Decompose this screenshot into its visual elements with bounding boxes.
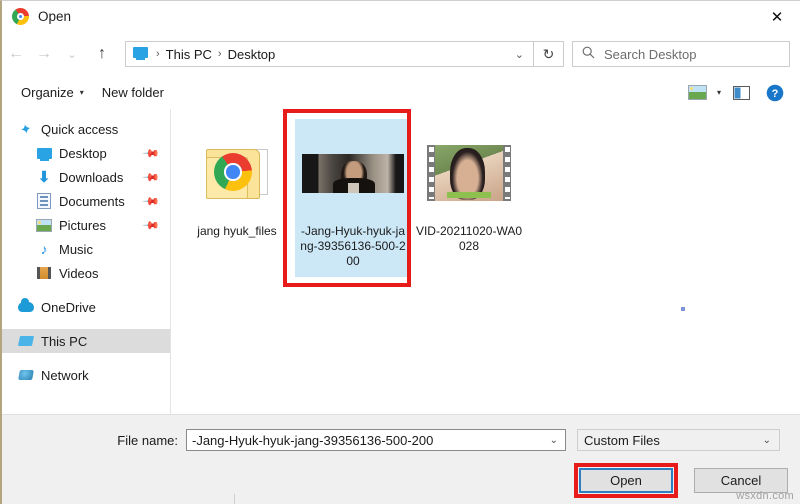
video-thumbnail: [413, 125, 525, 221]
window-title: Open: [38, 9, 71, 24]
new-folder-button[interactable]: New folder: [93, 81, 173, 104]
pin-icon[interactable]: 📌: [142, 144, 161, 163]
download-arrow-icon: ⬇: [36, 169, 52, 185]
filename-label: File name:: [2, 433, 186, 448]
sidebar-item-label: Music: [59, 242, 93, 257]
file-item-video[interactable]: VID-20211020-WA0028: [411, 119, 527, 277]
chevron-down-icon[interactable]: ▾: [710, 88, 728, 97]
navigation-sidebar: ✦ Quick access Desktop 📌 ⬇ Downloads 📌 D…: [2, 109, 171, 414]
sidebar-item-label: Downloads: [59, 170, 123, 185]
up-button[interactable]: ↑: [88, 39, 116, 69]
filename-input[interactable]: -Jang-Hyuk-hyuk-jang-39356136-500-200 ⌄: [186, 429, 566, 451]
video-icon: [36, 265, 52, 281]
file-item-folder[interactable]: jang hyuk_files: [179, 119, 295, 277]
chevron-down-icon[interactable]: ⌄: [550, 435, 558, 446]
picture-view-icon[interactable]: [684, 81, 710, 105]
sidebar-item-label: Quick access: [41, 122, 118, 137]
network-icon: [18, 367, 34, 383]
chrome-icon: [12, 8, 29, 25]
sidebar-item-label: Desktop: [59, 146, 107, 161]
image-thumbnail: [297, 125, 409, 221]
file-grid: jang hyuk_files -Jang-Hyuk-hyuk-jang-393…: [171, 115, 800, 277]
pin-icon[interactable]: 📌: [142, 216, 161, 235]
forward-button[interactable]: →: [30, 39, 58, 69]
sidebar-item-onedrive[interactable]: OneDrive: [2, 295, 170, 319]
open-button[interactable]: Open: [579, 468, 673, 493]
search-input[interactable]: Search Desktop: [572, 41, 790, 67]
file-item-label: jang hyuk_files: [183, 224, 291, 239]
sidebar-item-music[interactable]: ♪ Music: [2, 237, 170, 261]
file-list-pane[interactable]: jang hyuk_files -Jang-Hyuk-hyuk-jang-393…: [171, 109, 800, 414]
sidebar-divider: [2, 319, 170, 329]
cloud-icon: [18, 299, 34, 315]
filename-value: -Jang-Hyuk-hyuk-jang-39356136-500-200: [192, 433, 433, 448]
monitor-icon: [133, 47, 150, 62]
sidebar-item-label: Documents: [59, 194, 125, 209]
close-icon[interactable]: ✕: [754, 1, 800, 32]
file-item-image[interactable]: -Jang-Hyuk-hyuk-jang-39356136-500-200: [295, 119, 411, 277]
sidebar-item-pictures[interactable]: Pictures 📌: [2, 213, 170, 237]
filetype-dropdown[interactable]: Custom Files ⌄: [577, 429, 780, 451]
search-icon: [582, 46, 595, 62]
cursor-artifact: [681, 307, 685, 311]
chevron-down-icon[interactable]: ⌄: [515, 48, 524, 61]
address-bar[interactable]: › This PC › Desktop ⌄: [125, 41, 534, 67]
preview-pane-icon[interactable]: [728, 81, 754, 105]
footer-seam: [234, 494, 235, 504]
breadcrumb-separator: ›: [218, 48, 222, 60]
filetype-value: Custom Files: [584, 433, 660, 448]
navigation-bar: ← → ⌄ ↑ › This PC › Desktop ⌄ ↻ Search D…: [2, 32, 800, 76]
pin-icon[interactable]: 📌: [142, 192, 161, 211]
open-file-dialog: Open ✕ ← → ⌄ ↑ › This PC › Desktop ⌄ ↻: [0, 0, 800, 504]
chevron-down-icon[interactable]: ⌄: [763, 435, 771, 446]
star-icon: ✦: [18, 121, 34, 137]
monitor-icon: [36, 145, 52, 161]
sidebar-item-label: Videos: [59, 266, 99, 281]
sidebar-item-label: This PC: [41, 334, 87, 349]
music-note-icon: ♪: [36, 241, 52, 257]
sidebar-divider: [2, 353, 170, 363]
sidebar-divider: [2, 285, 170, 295]
toolbar-right-group: ▾ ?: [684, 81, 800, 105]
breadcrumb-item-desktop[interactable]: Desktop: [228, 47, 276, 62]
breadcrumb-separator: ›: [156, 48, 160, 60]
refresh-icon[interactable]: ↻: [534, 41, 564, 67]
title-bar: Open ✕: [2, 1, 800, 32]
sidebar-item-label: OneDrive: [41, 300, 96, 315]
document-icon: [36, 193, 52, 209]
watermark-text: wsxdn.com: [736, 490, 794, 502]
recent-locations-button[interactable]: ⌄: [58, 39, 86, 69]
open-button-wrapper: Open: [574, 463, 678, 498]
sidebar-item-desktop[interactable]: Desktop 📌: [2, 141, 170, 165]
sidebar-item-downloads[interactable]: ⬇ Downloads 📌: [2, 165, 170, 189]
sidebar-item-quick-access[interactable]: ✦ Quick access: [2, 117, 170, 141]
folder-icon: [181, 125, 293, 221]
sidebar-item-label: Network: [41, 368, 89, 383]
chevron-down-icon: ▾: [80, 88, 84, 97]
search-placeholder-text: Search Desktop: [604, 47, 697, 62]
sidebar-item-videos[interactable]: Videos: [2, 261, 170, 285]
command-toolbar: Organize ▾ New folder ▾ ?: [2, 76, 800, 110]
organize-button[interactable]: Organize ▾: [12, 81, 93, 104]
dialog-footer: File name: -Jang-Hyuk-hyuk-jang-39356136…: [2, 414, 800, 504]
file-item-label: -Jang-Hyuk-hyuk-jang-39356136-500-200: [299, 224, 407, 269]
sidebar-item-documents[interactable]: Documents 📌: [2, 189, 170, 213]
dialog-body: ✦ Quick access Desktop 📌 ⬇ Downloads 📌 D…: [2, 109, 800, 414]
help-icon[interactable]: ?: [762, 81, 788, 105]
back-button[interactable]: ←: [2, 39, 30, 69]
sidebar-item-label: Pictures: [59, 218, 106, 233]
file-item-label: VID-20211020-WA0028: [415, 224, 523, 254]
breadcrumb-item-this-pc[interactable]: This PC: [166, 47, 212, 62]
picture-icon: [36, 217, 52, 233]
svg-text:?: ?: [772, 88, 779, 100]
sidebar-item-this-pc[interactable]: This PC: [2, 329, 170, 353]
pin-icon[interactable]: 📌: [142, 168, 161, 187]
this-pc-icon: [18, 333, 34, 349]
organize-label: Organize: [21, 85, 74, 100]
sidebar-item-network[interactable]: Network: [2, 363, 170, 387]
filename-row: File name: -Jang-Hyuk-hyuk-jang-39356136…: [2, 429, 800, 451]
